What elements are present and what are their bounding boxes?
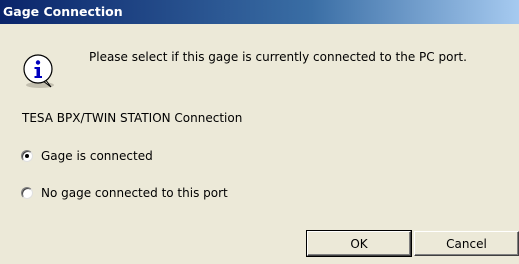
connection-section-label: TESA BPX/TWIN STATION Connection — [22, 111, 243, 125]
gage-connected-option[interactable]: Gage is connected — [21, 148, 153, 164]
dialog-title: Gage Connection — [3, 4, 123, 19]
no-gage-connected-option[interactable]: No gage connected to this port — [21, 185, 228, 201]
cancel-button[interactable]: Cancel — [414, 231, 519, 256]
title-bar[interactable]: Gage Connection — [0, 0, 519, 24]
dialog-message: Please select if this gage is currently … — [89, 50, 467, 64]
gage-connected-radio[interactable] — [21, 150, 33, 162]
no-gage-connected-radio[interactable] — [21, 187, 33, 199]
info-icon — [23, 54, 54, 88]
no-gage-connected-label[interactable]: No gage connected to this port — [41, 186, 228, 200]
ok-button[interactable]: OK — [306, 230, 412, 257]
gage-connected-label[interactable]: Gage is connected — [41, 149, 153, 163]
